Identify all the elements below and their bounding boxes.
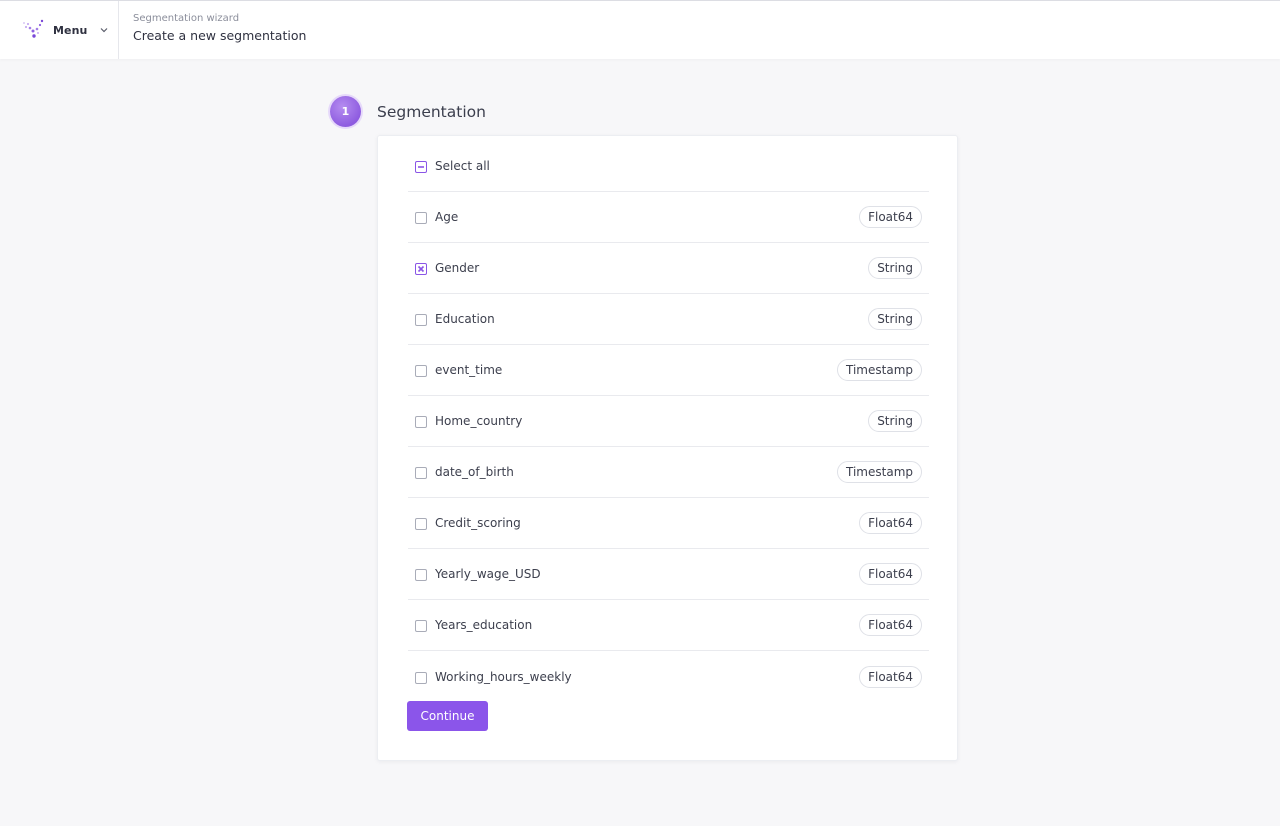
field-label: Years_education xyxy=(435,618,533,632)
select-all-checkbox[interactable] xyxy=(415,161,427,173)
type-badge: Timestamp xyxy=(837,359,922,381)
field-label: event_time xyxy=(435,363,503,377)
type-badge: Timestamp xyxy=(837,461,922,483)
chevron-down-icon xyxy=(101,28,108,33)
type-badge: Float64 xyxy=(859,512,922,534)
field-checkbox[interactable] xyxy=(415,671,427,684)
type-badge: Float64 xyxy=(859,206,922,228)
step-number-badge: 1 xyxy=(330,96,361,127)
field-row-working-hours-weekly[interactable]: Working_hours_weekly Float64 xyxy=(408,651,929,702)
minus-square-icon xyxy=(418,166,424,168)
type-badge: String xyxy=(868,410,922,432)
page-title: Create a new segmentation xyxy=(133,28,307,43)
type-badge: String xyxy=(868,257,922,279)
field-row-education[interactable]: Education String xyxy=(408,294,929,345)
type-badge: Float64 xyxy=(859,665,922,688)
select-all-row[interactable]: Select all xyxy=(408,141,929,192)
field-checkbox[interactable] xyxy=(415,212,427,224)
step-title: Segmentation xyxy=(377,102,486,121)
fields-card: Select all Age Float64 Gender String Edu… xyxy=(377,135,958,761)
top-bar: Menu Segmentation wizard Create a new se… xyxy=(0,0,1280,59)
field-checkbox[interactable] xyxy=(415,467,427,479)
field-row-gender[interactable]: Gender String xyxy=(408,243,929,294)
field-label: Gender xyxy=(435,261,480,275)
field-checkbox[interactable] xyxy=(415,314,427,326)
field-checkbox[interactable] xyxy=(415,620,427,632)
field-row-credit-scoring[interactable]: Credit_scoring Float64 xyxy=(408,498,929,549)
field-row-event-time[interactable]: event_time Timestamp xyxy=(408,345,929,396)
field-checkbox[interactable] xyxy=(415,416,427,428)
continue-button[interactable]: Continue xyxy=(407,701,488,731)
field-label: Yearly_wage_USD xyxy=(435,567,541,581)
field-label: Working_hours_weekly xyxy=(435,669,572,684)
breadcrumb-parent: Segmentation wizard xyxy=(133,13,240,24)
field-label: date_of_birth xyxy=(435,465,514,479)
field-row-age[interactable]: Age Float64 xyxy=(408,192,929,243)
field-label: Home_country xyxy=(435,414,523,428)
field-checkbox[interactable] xyxy=(415,263,427,275)
menu-button[interactable]: Menu xyxy=(0,1,119,59)
dots-logo-icon xyxy=(23,19,44,38)
field-row-yearly-wage-usd[interactable]: Yearly_wage_USD Float64 xyxy=(408,549,929,600)
field-checkbox[interactable] xyxy=(415,365,427,377)
step-header: 1 Segmentation xyxy=(330,96,486,127)
field-label: Education xyxy=(435,312,495,326)
select-all-label: Select all xyxy=(435,159,490,173)
type-badge: Float64 xyxy=(859,614,922,636)
field-checkbox[interactable] xyxy=(415,518,427,530)
field-label: Age xyxy=(435,210,459,224)
menu-label: Menu xyxy=(53,23,88,37)
type-badge: Float64 xyxy=(859,563,922,585)
field-row-date-of-birth[interactable]: date_of_birth Timestamp xyxy=(408,447,929,498)
field-label: Credit_scoring xyxy=(435,516,521,530)
breadcrumb: Segmentation wizard Create a new segment… xyxy=(119,1,306,59)
x-square-icon xyxy=(417,265,425,273)
type-badge: String xyxy=(868,308,922,330)
field-checkbox[interactable] xyxy=(415,569,427,581)
field-row-home-country[interactable]: Home_country String xyxy=(408,396,929,447)
field-row-years-education[interactable]: Years_education Float64 xyxy=(408,600,929,651)
